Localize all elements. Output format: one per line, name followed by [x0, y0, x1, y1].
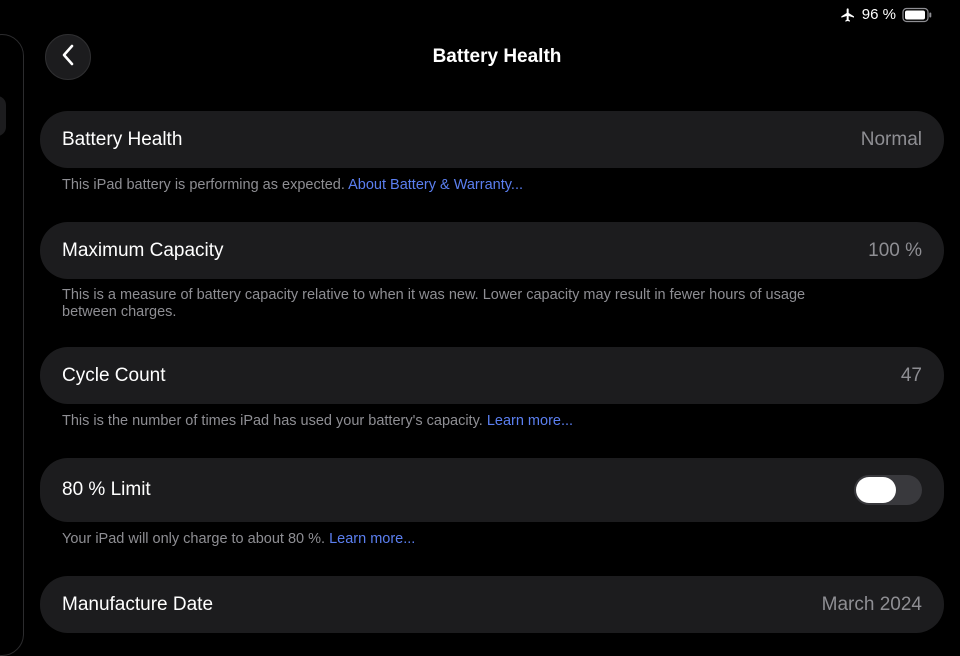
page-title: Battery Health — [432, 46, 562, 67]
battery-percent: 96 % — [861, 6, 896, 23]
cycle-count-row: Cycle Count 47 — [40, 347, 944, 404]
battery-health-footer-text: This iPad battery is performing as expec… — [62, 177, 349, 193]
maximum-capacity-footer: This is a measure of battery capacity re… — [62, 287, 832, 321]
limit-footer: Your iPad will only charge to about 80 %… — [62, 531, 842, 548]
maximum-capacity-label: Maximum Capacity — [62, 239, 224, 261]
limit-footer-text: Your iPad will only charge to about 80 %… — [62, 531, 330, 547]
manufacture-date-row: Manufacture Date March 2024 — [40, 576, 944, 633]
limit-label: 80 % Limit — [62, 479, 151, 500]
cycle-count-label: Cycle Count — [62, 364, 166, 386]
manufacture-date-label: Manufacture Date — [62, 593, 214, 615]
maximum-capacity-footer-text: This is a measure of battery capacity re… — [62, 287, 806, 320]
about-battery-warranty-link[interactable]: About Battery & Warranty... — [348, 177, 523, 193]
airplane-icon — [840, 7, 856, 23]
battery-health-value: Normal — [860, 128, 922, 150]
battery-health-footer: This iPad battery is performing as expec… — [62, 177, 842, 194]
battery-icon — [902, 7, 932, 23]
maximum-capacity-row: Maximum Capacity 100 % — [40, 222, 944, 279]
cycle-count-learn-more-link[interactable]: Learn more... — [487, 413, 573, 429]
status-bar: 96 % — [840, 6, 932, 23]
cycle-count-value: 47 — [900, 364, 922, 386]
toggle-knob — [856, 477, 896, 503]
battery-health-row: Battery Health Normal — [40, 111, 944, 168]
cycle-count-footer-text: This is the number of times iPad has use… — [62, 413, 487, 429]
sidebar-selected-item-edge[interactable] — [0, 96, 6, 136]
cycle-count-footer: This is the number of times iPad has use… — [62, 413, 842, 430]
limit-row: 80 % Limit — [40, 458, 944, 522]
limit-toggle[interactable] — [854, 475, 922, 505]
maximum-capacity-value: 100 % — [868, 239, 922, 261]
manufacture-date-value: March 2024 — [821, 593, 922, 615]
limit-learn-more-link[interactable]: Learn more... — [329, 531, 415, 547]
battery-health-label: Battery Health — [62, 128, 183, 150]
